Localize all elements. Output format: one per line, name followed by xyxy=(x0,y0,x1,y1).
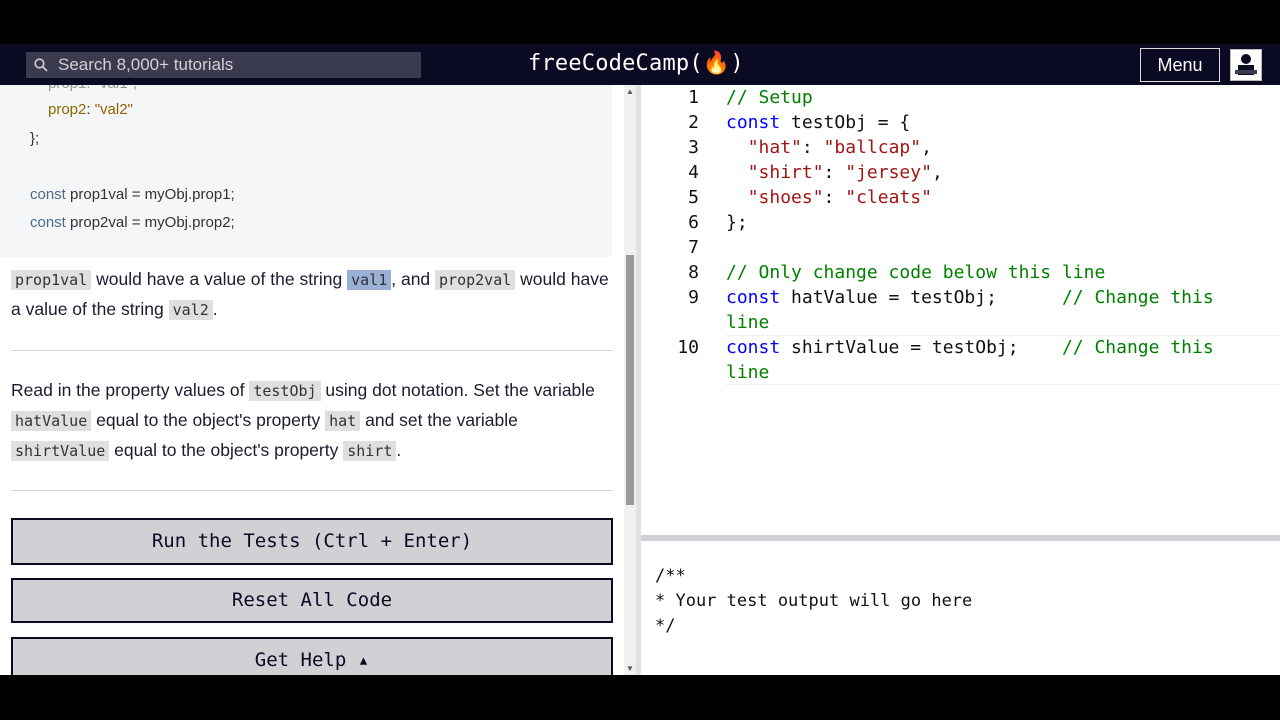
search-placeholder: Search 8,000+ tutorials xyxy=(58,55,234,74)
fcc-logo[interactable]: freeCodeCamp(🔥) xyxy=(528,50,744,78)
scroll-down-icon[interactable]: ▼ xyxy=(626,664,634,673)
instructions-paragraph: Read in the property values of testObj u… xyxy=(11,380,595,461)
line-number: 5 xyxy=(688,187,699,208)
code-line: const prop1val = myObj.prop1; xyxy=(30,186,235,203)
code-line: "shirt": "jersey", xyxy=(747,162,943,183)
code-line: // Setup xyxy=(726,87,813,108)
scrollbar-thumb[interactable] xyxy=(626,255,634,505)
code-line: const testObj = { xyxy=(726,112,911,133)
user-avatar-icon xyxy=(1235,54,1257,75)
code-line-wrap: line xyxy=(726,312,770,333)
code-line: const hatValue = testObj; // Change this xyxy=(726,287,1214,308)
code-line: }; xyxy=(30,130,40,147)
output-line: */ xyxy=(655,616,676,636)
divider xyxy=(11,350,613,351)
selected-text: val1 xyxy=(347,270,392,290)
line-number: 1 xyxy=(688,87,699,108)
search-bar[interactable]: Search 8,000+ tutorials xyxy=(26,52,421,78)
explanation-paragraph: prop1val would have a value of the strin… xyxy=(11,269,609,320)
code-example: prop1: "val1", prop2: "val2" }; const pr… xyxy=(0,85,612,257)
instructions-scrollbar[interactable]: ▲ ▼ xyxy=(624,85,636,675)
line-number: 6 xyxy=(688,212,699,233)
test-output-panel: /** * Your test output will go here */ xyxy=(641,541,1280,675)
code-line: const prop2val = myObj.prop2; xyxy=(30,214,235,231)
line-number: 3 xyxy=(688,137,699,158)
reset-code-button[interactable]: Reset All Code xyxy=(11,578,613,623)
output-line: * Your test output will go here xyxy=(655,591,973,611)
line-number: 2 xyxy=(688,112,699,133)
code-line-wrap: line xyxy=(726,362,770,383)
line-number: 7 xyxy=(688,237,699,258)
code-line: prop2: "val2" xyxy=(48,101,133,118)
line-number: 9 xyxy=(688,287,699,308)
line-number: 4 xyxy=(688,162,699,183)
run-tests-button[interactable]: Run the Tests (Ctrl + Enter) xyxy=(11,518,613,565)
code-line: "shoes": "cleats" xyxy=(747,187,932,208)
output-line: /** xyxy=(655,566,686,586)
get-help-button[interactable]: Get Help ▴ xyxy=(11,637,613,675)
code-line: }; xyxy=(726,212,748,233)
navbar: Search 8,000+ tutorials freeCodeCamp(🔥) … xyxy=(0,44,1280,85)
scroll-up-icon[interactable]: ▲ xyxy=(626,87,634,96)
divider xyxy=(11,490,613,491)
search-icon xyxy=(34,58,48,72)
avatar[interactable] xyxy=(1230,49,1262,81)
code-line: const shirtValue = testObj; // Change th… xyxy=(726,337,1214,358)
menu-button[interactable]: Menu xyxy=(1140,48,1220,82)
code-line: // Only change code below this line xyxy=(726,262,1106,283)
code-editor[interactable]: 1 2 3 4 5 6 7 8 9 10 // Setup const test… xyxy=(641,85,1280,535)
code-line: "hat": "ballcap", xyxy=(747,137,932,158)
instructions-panel: prop1: "val1", prop2: "val2" }; const pr… xyxy=(0,85,624,675)
code-line-cut: prop1: "val1", xyxy=(48,85,137,94)
line-number: 10 xyxy=(677,337,699,358)
line-number: 8 xyxy=(688,262,699,283)
